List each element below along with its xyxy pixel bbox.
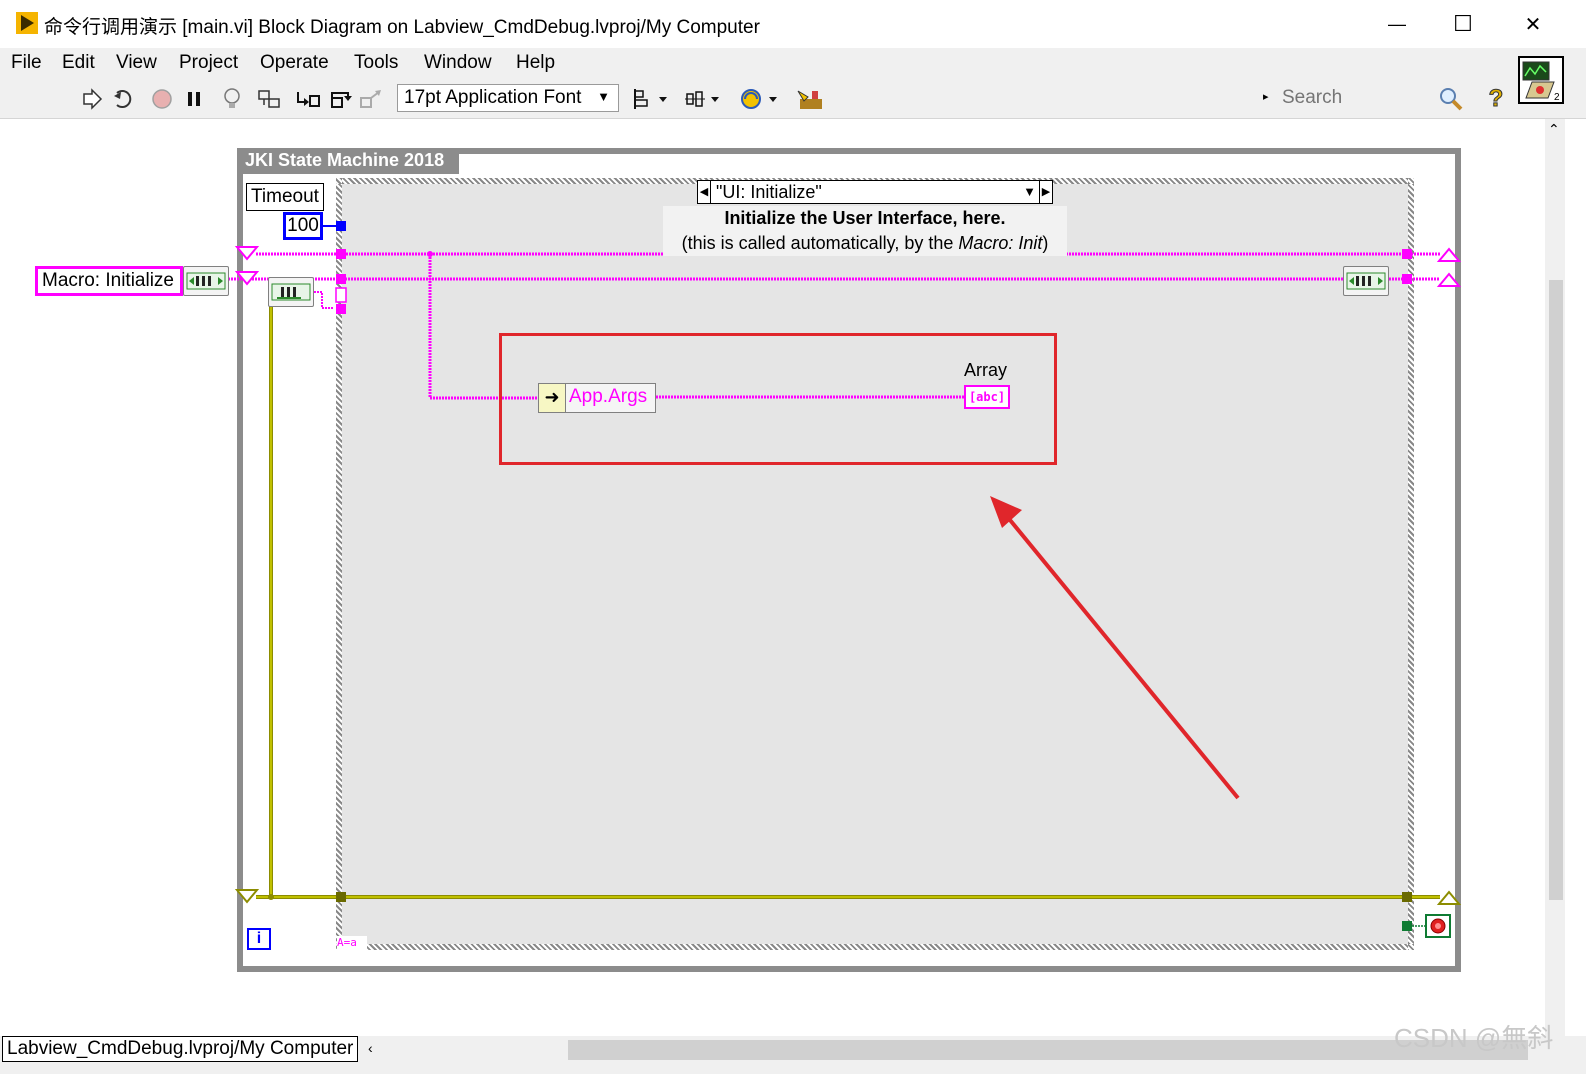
scroll-up-icon[interactable]: ⌃	[1548, 121, 1560, 138]
annotation-arrow-icon	[990, 496, 1240, 800]
horizontal-scrollbar-thumb[interactable]	[568, 1040, 1528, 1060]
case-label-tag: A=a	[337, 936, 367, 950]
vertical-scrollbar-thumb[interactable]	[1549, 280, 1563, 900]
stop-condition-icon[interactable]	[1425, 914, 1451, 938]
iteration-terminal[interactable]: i	[247, 928, 271, 950]
scroll-left-icon[interactable]: ‹	[368, 1040, 373, 1056]
project-path: Labview_CmdDebug.lvproj/My Computer	[2, 1036, 359, 1062]
watermark: CSDN @無斜	[1394, 1023, 1554, 1053]
